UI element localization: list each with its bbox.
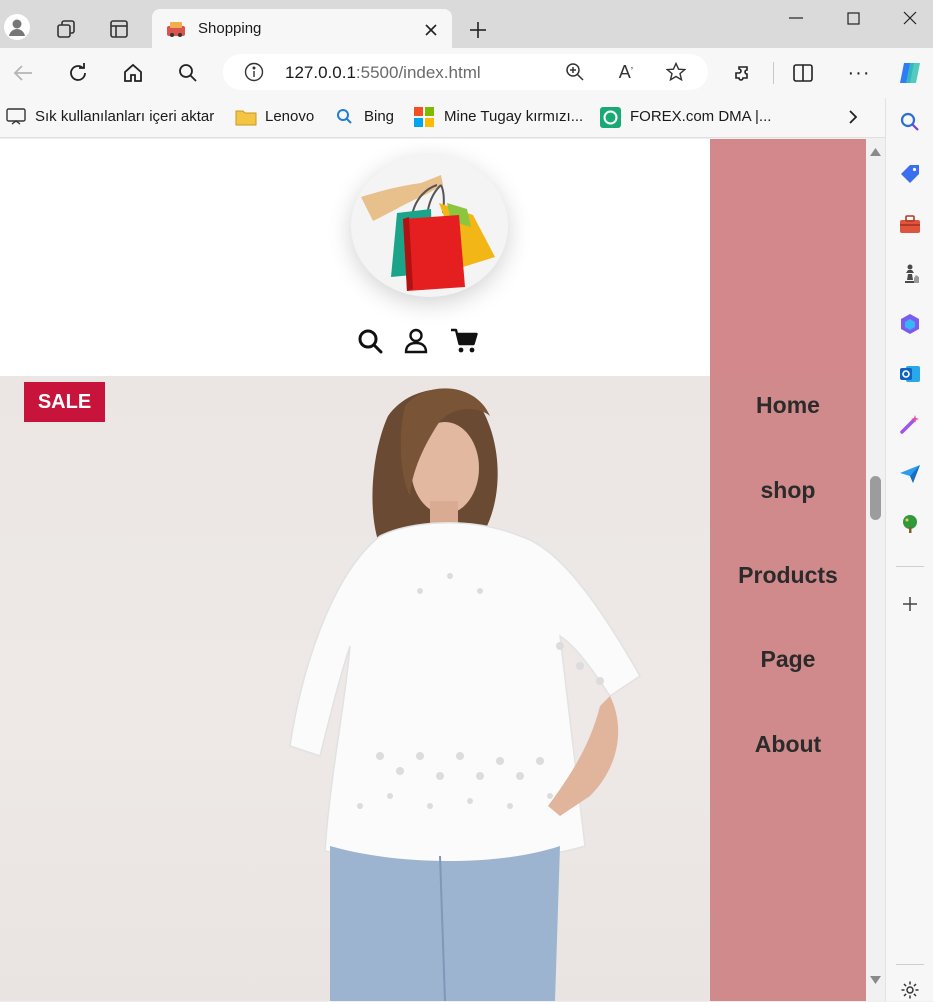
page-scrollbar[interactable] xyxy=(866,139,885,1001)
browser-toolbar: 127.0.0.1:5500/index.html Aʼ ··· xyxy=(0,48,933,98)
nav-page[interactable]: Page xyxy=(710,646,866,673)
close-tab-icon[interactable] xyxy=(420,19,442,41)
tools-briefcase-icon[interactable] xyxy=(898,212,922,236)
back-icon[interactable] xyxy=(10,60,36,86)
shopping-favicon-icon xyxy=(166,20,186,38)
bookmarks-overflow-chevron-icon[interactable] xyxy=(842,106,864,128)
site-info-icon[interactable] xyxy=(243,61,265,83)
bookmark-bing[interactable]: Bing xyxy=(364,108,394,125)
model-photo xyxy=(289,388,641,1001)
scroll-down-arrow-icon[interactable] xyxy=(869,975,882,985)
split-screen-icon[interactable] xyxy=(790,60,816,86)
edge-sidebar xyxy=(885,98,933,1001)
side-navigation: Home shop Products Page About xyxy=(710,139,866,1001)
nav-products[interactable]: Products xyxy=(710,562,866,589)
bookmark-mine-tugay[interactable]: Mine Tugay kırmızı... xyxy=(444,108,583,125)
hero-product-image[interactable]: SALE xyxy=(0,376,710,1001)
add-sidebar-app-icon[interactable] xyxy=(898,592,922,616)
search-icon[interactable] xyxy=(175,60,201,86)
header-search-icon[interactable] xyxy=(356,327,384,355)
tab-strip: Shopping xyxy=(0,0,933,49)
bing-icon xyxy=(336,108,352,126)
send-plane-icon[interactable] xyxy=(898,462,922,486)
workspaces-icon[interactable] xyxy=(54,17,78,41)
microsoft365-icon[interactable] xyxy=(898,312,922,336)
account-user-icon[interactable] xyxy=(402,327,430,355)
new-tab-icon[interactable] xyxy=(466,18,490,42)
maximize-icon[interactable] xyxy=(841,8,865,28)
url-path: :5500/index.html xyxy=(355,63,481,82)
games-chess-icon[interactable] xyxy=(898,262,922,286)
bookmarks-bar: Sık kullanılanları içeri aktar Lenovo Bi… xyxy=(0,98,885,138)
url-host: 127.0.0.1 xyxy=(285,63,356,82)
extensions-icon[interactable] xyxy=(730,60,756,86)
toolbar-divider xyxy=(773,62,774,84)
site-header xyxy=(0,139,710,376)
tab-actions-icon[interactable] xyxy=(107,17,131,41)
nav-about[interactable]: About xyxy=(710,731,866,758)
refresh-icon[interactable] xyxy=(65,60,91,86)
url-text: 127.0.0.1:5500/index.html xyxy=(285,63,481,83)
active-tab[interactable]: Shopping xyxy=(152,9,452,49)
sale-badge: SALE xyxy=(24,382,105,422)
sidebar-divider xyxy=(896,566,924,567)
copilot-icon[interactable] xyxy=(895,58,925,88)
minimize-icon[interactable] xyxy=(784,8,808,28)
folder-icon xyxy=(235,108,257,126)
designer-wand-icon[interactable] xyxy=(898,412,922,436)
profile-avatar-icon[interactable] xyxy=(4,14,30,40)
zoom-icon[interactable] xyxy=(564,61,586,83)
home-icon[interactable] xyxy=(120,60,146,86)
sidebar-settings-gear-icon[interactable] xyxy=(898,978,922,1002)
scroll-up-arrow-icon[interactable] xyxy=(869,147,882,157)
outlook-icon[interactable] xyxy=(898,362,922,386)
import-favorites-icon xyxy=(6,108,26,126)
shopping-tag-icon[interactable] xyxy=(898,162,922,186)
bookmark-import[interactable]: Sık kullanılanları içeri aktar xyxy=(35,108,214,125)
page-viewport: SALE Home shop Products Page About xyxy=(0,139,866,1001)
forex-icon xyxy=(600,107,621,128)
address-bar[interactable]: 127.0.0.1:5500/index.html Aʼ xyxy=(223,54,708,90)
window-close-icon[interactable] xyxy=(898,8,922,28)
sidebar-divider-bottom xyxy=(896,964,924,965)
scroll-thumb[interactable] xyxy=(870,476,881,520)
microsoft-icon xyxy=(414,107,434,127)
nav-home[interactable]: Home xyxy=(710,392,866,419)
read-aloud-icon[interactable]: Aʼ xyxy=(614,61,638,83)
favorite-star-icon[interactable] xyxy=(665,61,687,83)
shop-logo[interactable] xyxy=(351,155,508,297)
more-menu-icon[interactable]: ··· xyxy=(846,60,872,86)
nav-shop[interactable]: shop xyxy=(710,477,866,504)
bookmark-forex[interactable]: FOREX.com DMA |... xyxy=(630,108,771,125)
tab-title: Shopping xyxy=(198,20,262,37)
bookmark-lenovo[interactable]: Lenovo xyxy=(265,108,314,125)
cart-icon[interactable] xyxy=(449,327,479,355)
nav-top-panel xyxy=(710,139,866,376)
sidebar-search-icon[interactable] xyxy=(898,110,922,134)
tree-icon[interactable] xyxy=(898,512,922,536)
